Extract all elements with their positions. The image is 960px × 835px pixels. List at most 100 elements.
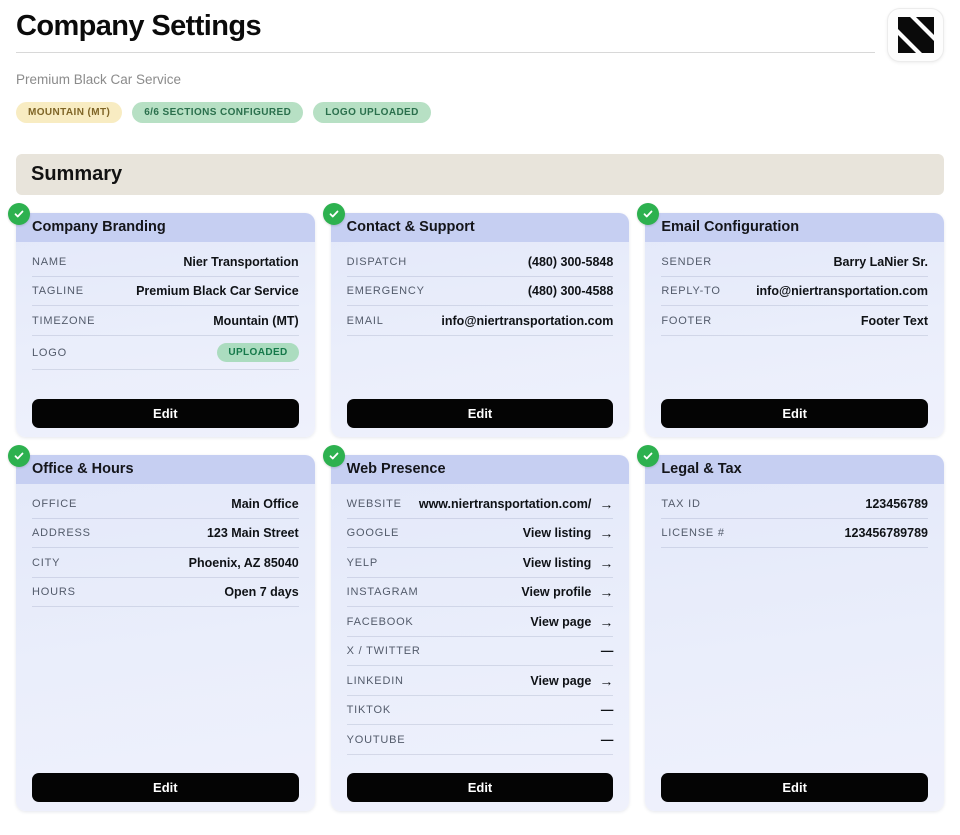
- field-value: Nier Transportation: [183, 255, 298, 269]
- field-label: CITY: [32, 557, 60, 569]
- field-row-office: OFFICE Main Office: [32, 489, 299, 519]
- arrow-right-icon: →: [599, 674, 613, 688]
- check-icon: [8, 203, 30, 225]
- field-value: Open 7 days: [224, 585, 298, 599]
- field-label: FOOTER: [661, 315, 712, 327]
- edit-button[interactable]: Edit: [347, 773, 614, 802]
- field-row-tiktok: TIKTOK —: [347, 696, 614, 726]
- edit-button[interactable]: Edit: [32, 773, 299, 802]
- badge-logo-uploaded: LOGO UPLOADED: [313, 102, 431, 123]
- n-mark-icon: [898, 17, 934, 53]
- card-title: Email Configuration: [645, 213, 944, 242]
- header-left: Company Settings Premium Black Car Servi…: [16, 0, 875, 123]
- field-row-x-twitter: X / TWITTER —: [347, 637, 614, 667]
- field-value: 123456789: [865, 497, 928, 511]
- facebook-page-link[interactable]: View page →: [530, 615, 613, 629]
- edit-button[interactable]: Edit: [32, 399, 299, 428]
- field-value: 123 Main Street: [207, 526, 299, 540]
- field-label: LINKEDIN: [347, 675, 404, 687]
- field-label: TIKTOK: [347, 704, 391, 716]
- company-logo: [887, 8, 944, 62]
- card-contact-support: Contact & Support DISPATCH (480) 300-584…: [331, 213, 630, 437]
- field-label: LOGO: [32, 347, 67, 359]
- field-label: EMAIL: [347, 315, 384, 327]
- field-label: INSTAGRAM: [347, 586, 419, 598]
- field-label: LICENSE #: [661, 527, 724, 539]
- field-row-hours: HOURS Open 7 days: [32, 578, 299, 608]
- field-label: YOUTUBE: [347, 734, 406, 746]
- field-label: EMERGENCY: [347, 285, 425, 297]
- edit-button[interactable]: Edit: [661, 399, 928, 428]
- link-text: View listing: [523, 556, 592, 570]
- arrow-right-icon: →: [599, 615, 613, 629]
- cards-grid: Company Branding NAME Nier Transportatio…: [16, 213, 944, 811]
- card-web-presence: Web Presence WEBSITE www.niertransportat…: [331, 455, 630, 811]
- check-icon: [8, 445, 30, 467]
- empty-dash: —: [601, 703, 614, 717]
- page-header: Company Settings Premium Black Car Servi…: [16, 0, 944, 123]
- field-label: WEBSITE: [347, 498, 402, 510]
- card-rows: NAME Nier Transportation TAGLINE Premium…: [16, 242, 315, 370]
- card-rows: TAX ID 123456789 LICENSE # 123456789789: [645, 484, 944, 548]
- card-company-branding: Company Branding NAME Nier Transportatio…: [16, 213, 315, 437]
- field-row-reply-to: REPLY-TO info@niertransportation.com: [661, 277, 928, 307]
- title-divider: [16, 52, 875, 53]
- arrow-right-icon: →: [599, 526, 613, 540]
- arrow-right-icon: →: [599, 497, 613, 511]
- badge-sections-configured: 6/6 SECTIONS CONFIGURED: [132, 102, 303, 123]
- edit-button[interactable]: Edit: [347, 399, 614, 428]
- field-label: TIMEZONE: [32, 315, 95, 327]
- field-label: YELP: [347, 557, 378, 569]
- field-value: info@niertransportation.com: [756, 284, 928, 298]
- card-legal-tax: Legal & Tax TAX ID 123456789 LICENSE # 1…: [645, 455, 944, 811]
- field-row-timezone: TIMEZONE Mountain (MT): [32, 306, 299, 336]
- badge-timezone: MOUNTAIN (MT): [16, 102, 122, 123]
- field-row-instagram: INSTAGRAM View profile →: [347, 578, 614, 608]
- field-value: Phoenix, AZ 85040: [189, 556, 299, 570]
- field-label: REPLY-TO: [661, 285, 720, 297]
- field-label: OFFICE: [32, 498, 77, 510]
- field-label: SENDER: [661, 256, 712, 268]
- field-row-email: EMAIL info@niertransportation.com: [347, 306, 614, 336]
- field-value: Mountain (MT): [213, 314, 298, 328]
- yelp-listing-link[interactable]: View listing →: [523, 556, 614, 570]
- link-text: www.niertransportation.com/: [419, 497, 591, 511]
- field-label: HOURS: [32, 586, 76, 598]
- field-row-footer: FOOTER Footer Text: [661, 306, 928, 336]
- field-value: (480) 300-5848: [528, 255, 613, 269]
- field-label: GOOGLE: [347, 527, 399, 539]
- field-row-dispatch: DISPATCH (480) 300-5848: [347, 247, 614, 277]
- uploaded-status-badge: UPLOADED: [217, 343, 298, 362]
- card-rows: WEBSITE www.niertransportation.com/ → GO…: [331, 484, 630, 755]
- page-title: Company Settings: [16, 0, 875, 43]
- field-label: ADDRESS: [32, 527, 91, 539]
- field-label: FACEBOOK: [347, 616, 414, 628]
- field-row-google: GOOGLE View listing →: [347, 519, 614, 549]
- check-icon: [323, 203, 345, 225]
- linkedin-page-link[interactable]: View page →: [530, 674, 613, 688]
- field-row-linkedin: LINKEDIN View page →: [347, 666, 614, 696]
- website-link[interactable]: www.niertransportation.com/ →: [419, 497, 613, 511]
- field-label: NAME: [32, 256, 67, 268]
- field-row-youtube: YOUTUBE —: [347, 725, 614, 755]
- field-row-emergency: EMERGENCY (480) 300-4588: [347, 277, 614, 307]
- card-title: Legal & Tax: [645, 455, 944, 484]
- check-icon: [323, 445, 345, 467]
- card-title: Contact & Support: [331, 213, 630, 242]
- field-row-tax-id: TAX ID 123456789: [661, 489, 928, 519]
- edit-button[interactable]: Edit: [661, 773, 928, 802]
- google-listing-link[interactable]: View listing →: [523, 526, 614, 540]
- field-row-logo: LOGO UPLOADED: [32, 336, 299, 371]
- card-title: Web Presence: [331, 455, 630, 484]
- field-label: X / TWITTER: [347, 645, 421, 657]
- instagram-profile-link[interactable]: View profile →: [521, 585, 613, 599]
- page-subtitle: Premium Black Car Service: [16, 72, 875, 87]
- field-value: Main Office: [231, 497, 298, 511]
- field-row-website: WEBSITE www.niertransportation.com/ →: [347, 489, 614, 519]
- card-rows: SENDER Barry LaNier Sr. REPLY-TO info@ni…: [645, 242, 944, 336]
- card-rows: DISPATCH (480) 300-5848 EMERGENCY (480) …: [331, 242, 630, 336]
- field-label: TAGLINE: [32, 285, 84, 297]
- field-value: info@niertransportation.com: [441, 314, 613, 328]
- card-title: Company Branding: [16, 213, 315, 242]
- field-row-yelp: YELP View listing →: [347, 548, 614, 578]
